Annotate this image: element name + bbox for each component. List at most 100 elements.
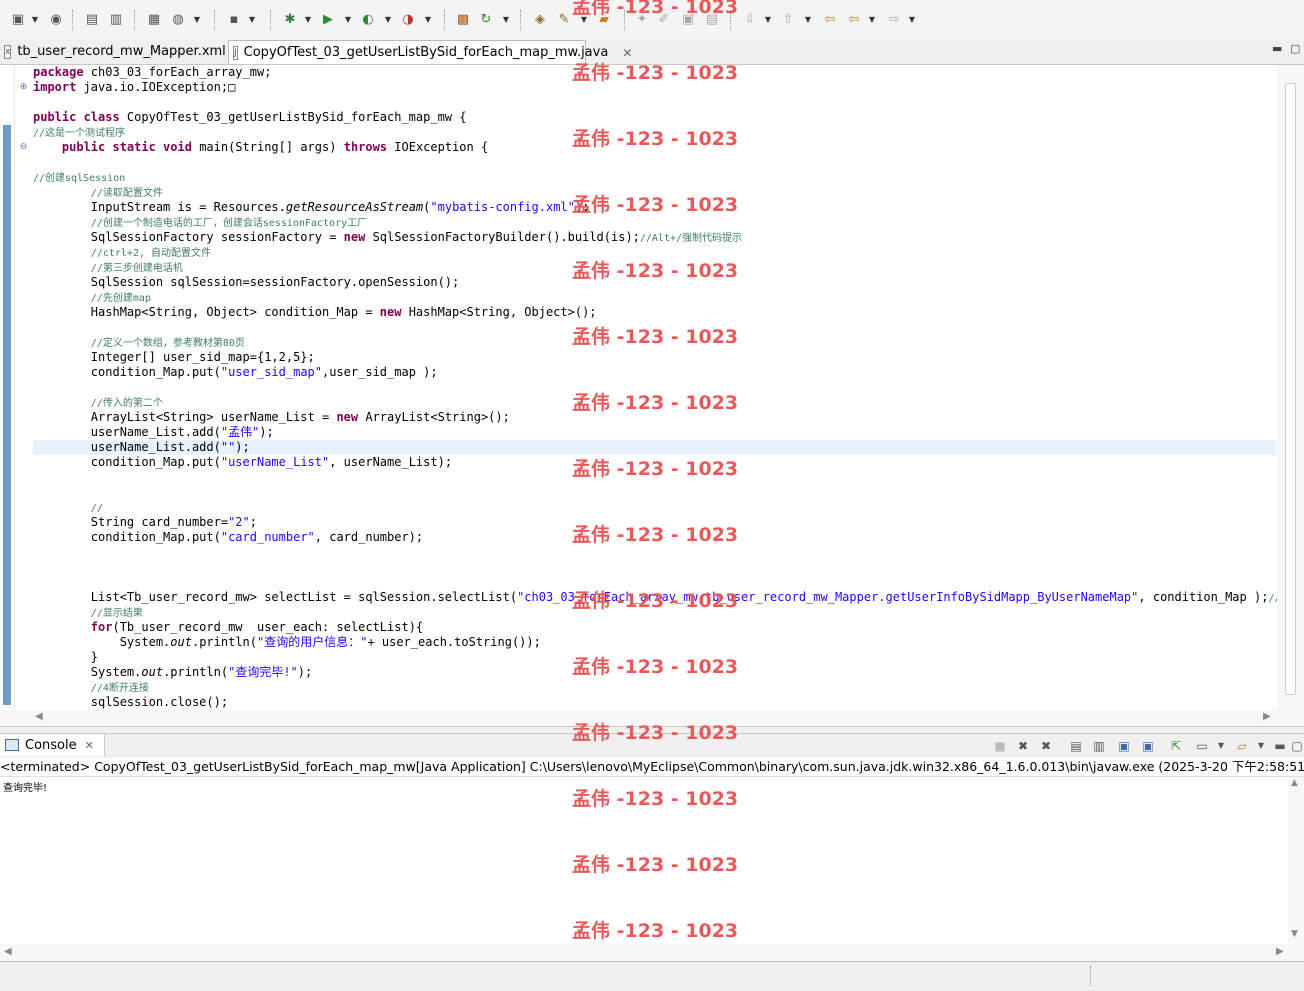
- code-line[interactable]: //4断开连接: [33, 680, 149, 695]
- tab-mapper-xml[interactable]: x tb_user_record_mw_Mapper.xml: [0, 40, 226, 63]
- code-line[interactable]: Integer[] user_sid_map={1,2,5};: [33, 350, 315, 365]
- dropdown-arrow-icon[interactable]: ▼: [384, 12, 392, 28]
- globe-icon[interactable]: ◉: [48, 12, 64, 28]
- code-line[interactable]: import java.io.IOException;□: [33, 80, 235, 95]
- minimize-icon[interactable]: ▬: [1272, 738, 1288, 754]
- next-annotation-icon[interactable]: ⇩: [742, 12, 758, 28]
- code-line[interactable]: //ctrl+2, 自动配置文件: [33, 245, 211, 260]
- remove-all-launches-icon[interactable]: ✖: [1038, 738, 1054, 754]
- close-icon[interactable]: ✕: [85, 739, 94, 752]
- toolbar-separator: [214, 10, 216, 30]
- dropdown-arrow-icon[interactable]: ▼: [804, 12, 812, 28]
- code-line[interactable]: //传入的第二个: [33, 395, 163, 410]
- show-on-stdout-icon[interactable]: ▣: [1116, 738, 1132, 754]
- open-console-icon[interactable]: ▱: [1234, 738, 1250, 754]
- console-vertical-scrollbar[interactable]: ▲ ▼: [1288, 777, 1304, 944]
- dropdown-arrow-icon[interactable]: ▼: [1253, 738, 1269, 754]
- minimize-icon[interactable]: ▬: [1272, 42, 1282, 55]
- new-wizard-icon[interactable]: ▣: [10, 12, 26, 28]
- code-line[interactable]: }: [33, 650, 98, 665]
- maximize-icon[interactable]: ▢: [1289, 738, 1304, 754]
- show-on-stderr-icon[interactable]: ▣: [1140, 738, 1156, 754]
- code-line[interactable]: //读取配置文件: [33, 185, 163, 200]
- code-line[interactable]: public class CopyOfTest_03_getUserListBy…: [33, 110, 466, 125]
- dropdown-arrow-icon[interactable]: ▼: [908, 12, 916, 28]
- code-line[interactable]: userName_List.add("");: [33, 440, 1276, 455]
- code-line[interactable]: //先创建map: [33, 290, 151, 305]
- code-comment: //这是一个测试程序: [33, 128, 126, 139]
- dropdown-arrow-icon[interactable]: ▼: [344, 12, 352, 28]
- dropdown-arrow-icon[interactable]: ▼: [248, 12, 256, 28]
- expand-fold-icon[interactable]: ⊕: [19, 83, 28, 92]
- new-class-icon[interactable]: ▦: [146, 12, 162, 28]
- pin-console-icon[interactable]: ⇱: [1168, 738, 1184, 754]
- code-line[interactable]: HashMap<String, Object> condition_Map = …: [33, 305, 597, 320]
- code-line[interactable]: System.out.println("查询完毕!");: [33, 665, 312, 680]
- code-line[interactable]: condition_Map.put("userName_List", userN…: [33, 455, 452, 470]
- external-tools-icon[interactable]: ◑: [400, 12, 416, 28]
- server-icon[interactable]: ▩: [455, 12, 471, 28]
- code-line[interactable]: SqlSession sqlSession=sessionFactory.ope…: [33, 275, 459, 290]
- open-icon[interactable]: ▤: [84, 12, 100, 28]
- code-line[interactable]: //这是一个测试程序: [33, 125, 125, 140]
- dropdown-arrow-icon[interactable]: ▼: [304, 12, 312, 28]
- code-line[interactable]: sqlSession.close();: [33, 695, 228, 710]
- remove-launch-icon[interactable]: ✖: [1015, 738, 1031, 754]
- code-text: SqlSessionFactoryBuilder().build(is);: [372, 230, 640, 244]
- code-line[interactable]: //显示结果: [33, 605, 143, 620]
- scroll-down-icon[interactable]: ▼: [1291, 929, 1298, 939]
- code-line[interactable]: String card_number="2";: [33, 515, 257, 530]
- code-line[interactable]: //创建sqlSession: [33, 170, 125, 185]
- run-icon[interactable]: ▶: [320, 12, 336, 28]
- save-all-icon[interactable]: ▥: [108, 12, 124, 28]
- scrollbar-thumb[interactable]: [1285, 83, 1296, 695]
- forward-icon[interactable]: ⇨: [886, 12, 902, 28]
- collapse-fold-icon[interactable]: ⊖: [19, 143, 28, 152]
- prev-annotation-icon[interactable]: ⇧: [780, 12, 796, 28]
- display-console-icon[interactable]: ▭: [1194, 738, 1210, 754]
- code-line[interactable]: //定义一个数组，参考教材第80页: [33, 335, 245, 350]
- editor-vertical-scrollbar[interactable]: [1277, 65, 1304, 710]
- dropdown-arrow-icon[interactable]: ▼: [193, 12, 201, 28]
- code-line[interactable]: userName_List.add("孟伟");: [33, 425, 274, 440]
- code-line[interactable]: condition_Map.put("card_number", card_nu…: [33, 530, 423, 545]
- dropdown-arrow-icon[interactable]: ▼: [1213, 738, 1229, 754]
- last-edit-icon[interactable]: ⇦: [822, 12, 838, 28]
- code-line[interactable]: condition_Map.put("user_sid_map",user_si…: [33, 365, 438, 380]
- refresh-icon[interactable]: ↻: [478, 12, 494, 28]
- search-icon[interactable]: ✎: [556, 12, 572, 28]
- back-icon[interactable]: ⇦: [846, 12, 862, 28]
- code-line[interactable]: for(Tb_user_record_mw user_each: selectL…: [33, 620, 423, 635]
- code-line[interactable]: ArrayList<String> userName_List = new Ar…: [33, 410, 510, 425]
- tab-console[interactable]: Console ✕: [0, 734, 105, 756]
- web-service-icon[interactable]: ◍: [170, 12, 186, 28]
- dropdown-arrow-icon[interactable]: ▼: [502, 12, 510, 28]
- scroll-lock-icon[interactable]: ▥: [1091, 738, 1107, 754]
- terminate-icon[interactable]: ■: [992, 738, 1008, 754]
- dropdown-arrow-icon[interactable]: ▼: [31, 12, 39, 28]
- code-line[interactable]: public static void main(String[] args) t…: [33, 140, 488, 155]
- dropdown-arrow-icon[interactable]: ▼: [764, 12, 772, 28]
- code-line[interactable]: SqlSessionFactory sessionFactory = new S…: [33, 230, 742, 245]
- code-line[interactable]: //: [33, 500, 103, 515]
- maximize-icon[interactable]: ▢: [1290, 42, 1300, 55]
- scroll-right-icon[interactable]: ▶: [1276, 946, 1284, 957]
- run-external-icon[interactable]: ◐: [360, 12, 376, 28]
- debug-console-icon[interactable]: ▪: [226, 12, 242, 28]
- open-type-icon[interactable]: ◈: [532, 12, 548, 28]
- scroll-up-icon[interactable]: ▲: [1291, 778, 1298, 788]
- debug-icon[interactable]: ✱: [282, 12, 298, 28]
- dropdown-arrow-icon[interactable]: ▼: [424, 12, 432, 28]
- code-line[interactable]: //创建一个制造电话的工厂，创建会话sessionFactory工厂: [33, 215, 367, 230]
- code-line[interactable]: InputStream is = Resources.getResourceAs…: [33, 200, 590, 215]
- code-line[interactable]: package ch03_03_forEach_array_mw;: [33, 65, 271, 80]
- console-horizontal-scrollbar[interactable]: ◀ ▶: [0, 944, 1304, 962]
- clear-console-icon[interactable]: ▤: [1068, 738, 1084, 754]
- scroll-left-icon[interactable]: ◀: [4, 946, 12, 957]
- code-line[interactable]: System.out.println("查询的用户信息："+ user_each…: [33, 635, 541, 650]
- code-line[interactable]: //第三步创建电话机: [33, 260, 183, 275]
- dropdown-arrow-icon[interactable]: ▼: [868, 12, 876, 28]
- tab-java-file[interactable]: J CopyOfTest_03_getUserListBySid_forEach…: [228, 40, 632, 64]
- scroll-right-icon[interactable]: ▶: [1263, 711, 1271, 722]
- scroll-left-icon[interactable]: ◀: [35, 711, 43, 722]
